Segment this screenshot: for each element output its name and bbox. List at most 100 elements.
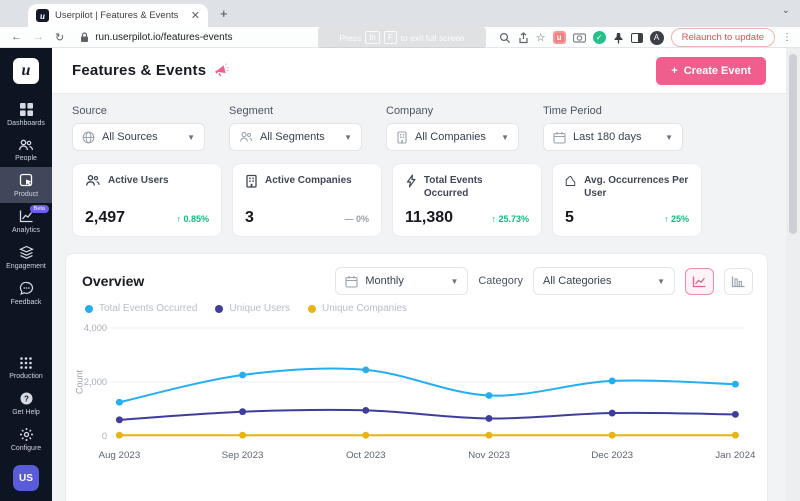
filters-bar: Source All Sources ▼ Segment All Segment…	[52, 94, 786, 161]
sidebar-item-label: Configure	[10, 445, 42, 452]
period-value: Monthly	[365, 275, 404, 287]
reload-icon[interactable]: ↻	[55, 31, 64, 44]
page-scrollbar[interactable]	[786, 48, 800, 501]
side-panel-icon[interactable]	[630, 32, 643, 43]
create-event-button[interactable]: + Create Event	[656, 56, 766, 85]
chart-legend: Total Events Occurred Unique Users Unique …	[66, 299, 767, 314]
overview-line-chart[interactable]: 0 2,000 4,000 Count Aug 2023 Sep 2023 Oct 2023…	[72, 318, 757, 478]
svg-text:Count: Count	[74, 370, 84, 394]
browser-profile-avatar[interactable]: A	[649, 30, 664, 45]
svg-text:2,000: 2,000	[84, 377, 107, 387]
sidebar-item-label: People	[15, 155, 37, 162]
legend-item[interactable]: Unique Users	[215, 303, 290, 314]
filter-label-time-period: Time Period	[543, 105, 602, 117]
sidebar-item-dashboards[interactable]: Dashboards	[0, 96, 52, 132]
source-select[interactable]: All Sources ▼	[72, 123, 205, 151]
sidebar-item-configure[interactable]: Configure	[0, 421, 52, 457]
company-select[interactable]: All Companies ▼	[386, 123, 519, 151]
forward-icon[interactable]: →	[33, 31, 44, 43]
svg-text:4,000: 4,000	[84, 323, 107, 333]
browser-tab-strip: u Userpilot | Features & Events ✕ + ⌄	[0, 0, 800, 27]
overview-title: Overview	[82, 273, 145, 289]
bar-chart-icon	[731, 276, 745, 287]
browser-tab[interactable]: u Userpilot | Features & Events ✕	[28, 4, 208, 27]
toast-fn-key: fn	[365, 31, 380, 44]
stat-delta: — 0%	[344, 214, 369, 224]
sidebar-item-label: Feedback	[10, 299, 42, 306]
legend-item[interactable]: Unique Companies	[307, 303, 407, 314]
main-content: Features & Events + Create Event Source …	[52, 48, 786, 501]
sidebar-item-production[interactable]: Production	[0, 350, 52, 385]
filter-label-company: Company	[386, 105, 434, 117]
category-label: Category	[478, 275, 523, 287]
toast-f-key: F	[383, 31, 397, 44]
svg-text:?: ?	[24, 394, 29, 403]
sidebar-item-product[interactable]: Product	[0, 167, 52, 203]
stat-card-avg-occurrences: Avg. Occurrences Per User 5 ↑ 25%	[552, 163, 702, 237]
period-select[interactable]: Monthly ▼	[335, 267, 469, 295]
new-tab-icon[interactable]: +	[220, 6, 228, 21]
toast-press-text: Press	[339, 32, 362, 43]
engagement-icon	[18, 245, 34, 259]
stat-value: 11,380	[405, 209, 454, 226]
userpilot-extension-icon[interactable]: u	[552, 31, 566, 44]
bar-chart-toggle[interactable]	[724, 267, 753, 295]
create-event-label: Create Event	[683, 64, 751, 77]
calendar-icon	[553, 131, 566, 144]
tab-close-icon[interactable]: ✕	[191, 9, 200, 22]
stat-label: Active Companies	[265, 175, 352, 186]
users-icon	[239, 132, 253, 142]
relaunch-button[interactable]: Relaunch to update	[670, 28, 775, 47]
help-icon: ?	[20, 392, 32, 405]
segment-select[interactable]: All Segments ▼	[229, 123, 362, 151]
tab-favicon: u	[36, 9, 49, 22]
scrollbar-thumb[interactable]	[789, 54, 797, 234]
browser-menu-icon[interactable]: ⋮	[782, 32, 792, 43]
pin-extension-icon[interactable]	[613, 32, 624, 44]
sidebar-item-label: Production	[9, 373, 43, 380]
chevron-down-icon: ▼	[657, 276, 665, 286]
userpilot-logo[interactable]: u	[13, 58, 39, 84]
camera-extension-icon[interactable]	[572, 32, 586, 43]
share-icon[interactable]	[518, 31, 529, 44]
chevron-down-icon: ▼	[501, 132, 509, 142]
legend-dot-icon	[307, 304, 316, 313]
segment-value: All Segments	[260, 131, 325, 143]
page-header: Features & Events + Create Event	[52, 48, 786, 94]
tab-search-chevron-icon[interactable]: ⌄	[782, 5, 790, 16]
company-value: All Companies	[415, 131, 486, 143]
production-icon	[20, 357, 32, 369]
page-title: Features & Events	[72, 62, 207, 79]
dashboards-icon	[19, 103, 33, 116]
svg-text:Jan 2024: Jan 2024	[715, 450, 756, 461]
back-icon[interactable]: ←	[11, 31, 22, 43]
beta-badge: Beta	[29, 205, 49, 213]
sidebar-item-get-help[interactable]: ? Get Help	[0, 385, 52, 421]
sidebar-item-label: Analytics	[11, 227, 40, 234]
chevron-down-icon: ▼	[344, 132, 352, 142]
legend-item[interactable]: Total Events Occurred	[85, 303, 197, 314]
toast-rest-text: to exit full screen	[400, 32, 465, 43]
sidebar-item-label: Product	[13, 191, 39, 198]
stat-label: Active Users	[108, 175, 169, 186]
sidebar-item-people[interactable]: People	[0, 132, 52, 167]
search-icon[interactable]	[499, 32, 511, 44]
bookmark-star-icon[interactable]: ☆	[536, 31, 546, 44]
green-extension-icon[interactable]: ✓	[592, 31, 606, 44]
avg-occurrences-icon	[565, 176, 576, 186]
stat-delta: ↑ 0.85%	[176, 214, 209, 224]
time-period-select[interactable]: Last 180 days ▼	[543, 123, 683, 151]
url-text[interactable]: run.userpilot.io/features-events	[95, 32, 232, 43]
active-users-icon	[85, 175, 100, 186]
category-select[interactable]: All Categories ▼	[533, 267, 675, 295]
time-period-value: Last 180 days	[573, 131, 642, 143]
user-avatar[interactable]: US	[13, 465, 39, 491]
chevron-down-icon: ▼	[665, 132, 673, 142]
sidebar: u Dashboards People Product Beta Analyti…	[0, 48, 52, 501]
legend-label: Unique Users	[229, 303, 290, 314]
sidebar-item-engagement[interactable]: Engagement	[0, 239, 52, 275]
line-chart-toggle[interactable]	[685, 267, 714, 295]
svg-text:Nov 2023: Nov 2023	[468, 450, 510, 461]
sidebar-item-analytics[interactable]: Beta Analytics	[0, 203, 52, 239]
sidebar-item-feedback[interactable]: Feedback	[0, 275, 52, 311]
